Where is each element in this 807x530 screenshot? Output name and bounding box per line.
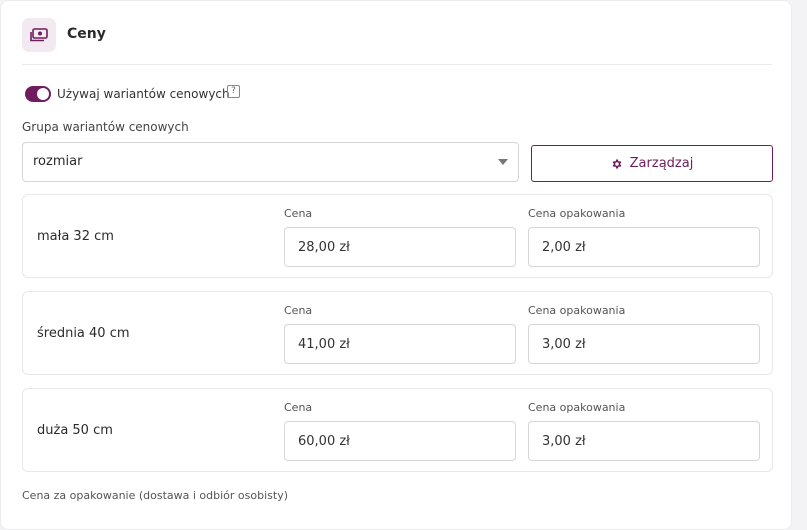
price-label: Cena xyxy=(284,207,313,220)
package-price-input[interactable] xyxy=(528,227,760,267)
package-price-label: Cena opakowania xyxy=(528,304,626,317)
manage-button[interactable]: Zarządzaj xyxy=(531,145,773,182)
header-divider xyxy=(22,64,772,65)
money-icon xyxy=(22,18,56,52)
section-title: Ceny xyxy=(67,26,106,42)
package-price-note: Cena za opakowanie (dostawa i odbiór oso… xyxy=(22,489,289,502)
variant-name: mała 32 cm xyxy=(37,229,114,244)
gear-icon xyxy=(611,158,623,170)
price-input[interactable] xyxy=(284,227,516,267)
use-price-variants-toggle[interactable] xyxy=(25,86,51,102)
variant-row: duża 50 cm Cena Cena opakowania xyxy=(22,388,773,472)
price-label: Cena xyxy=(284,304,313,317)
variant-name: średnia 40 cm xyxy=(37,326,130,341)
package-price-label: Cena opakowania xyxy=(528,207,626,220)
prices-card: Ceny Używaj wariantów cenowych ? Grupa w… xyxy=(0,0,792,530)
price-input[interactable] xyxy=(284,324,516,364)
price-variant-group-label: Grupa wariantów cenowych xyxy=(22,120,189,134)
price-input[interactable] xyxy=(284,421,516,461)
toggle-knob xyxy=(37,88,49,100)
package-price-label: Cena opakowania xyxy=(528,401,626,414)
section-header: Ceny xyxy=(1,1,793,65)
variant-row: średnia 40 cm Cena Cena opakowania xyxy=(22,291,773,375)
package-price-input[interactable] xyxy=(528,421,760,461)
chevron-down-icon xyxy=(498,159,508,165)
use-price-variants-label: Używaj wariantów cenowych xyxy=(57,87,230,101)
variant-row: mała 32 cm Cena Cena opakowania xyxy=(22,194,773,278)
help-icon[interactable]: ? xyxy=(227,85,240,98)
price-variant-group-select[interactable]: rozmiar xyxy=(22,142,519,182)
select-value: rozmiar xyxy=(33,154,83,169)
package-price-input[interactable] xyxy=(528,324,760,364)
variant-name: duża 50 cm xyxy=(37,423,113,438)
manage-button-label: Zarządzaj xyxy=(629,156,694,171)
price-label: Cena xyxy=(284,401,313,414)
